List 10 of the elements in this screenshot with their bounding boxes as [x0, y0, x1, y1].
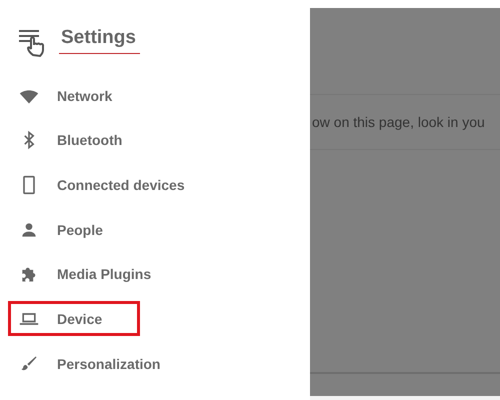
sidebar-item[interactable]: People: [8, 212, 288, 248]
sidebar-item[interactable]: Network: [8, 78, 288, 113]
page-text: ow on this page, look in you: [311, 114, 485, 130]
sidebar-item[interactable]: Connected devices: [8, 167, 288, 202]
sidebar-item[interactable]: Personalization: [8, 346, 288, 382]
settings-title: Settings: [59, 26, 140, 54]
highlighted-sidebar-item[interactable]: Device: [8, 301, 140, 336]
sidebar-item[interactable]: Media Plugins: [8, 256, 288, 292]
sidebar-item[interactable]: Bluetooth: [8, 122, 288, 158]
menu-hand-icon[interactable]: [17, 27, 47, 59]
